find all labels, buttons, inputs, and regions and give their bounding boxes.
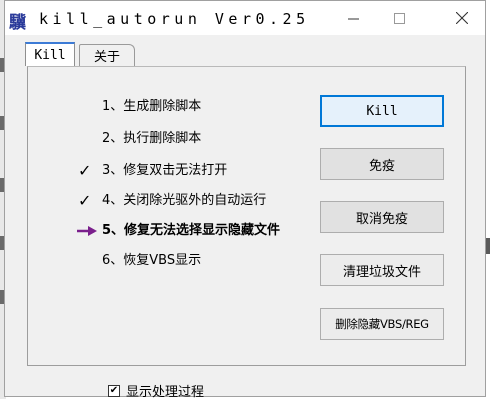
minimize-icon	[347, 18, 359, 19]
app-icon: 驥	[9, 13, 26, 33]
show-process-checkbox[interactable]: ✔ 显示处理过程	[108, 381, 204, 400]
show-process-label: 显示处理过程	[126, 385, 205, 400]
close-button[interactable]	[439, 1, 485, 35]
maximize-icon	[393, 12, 405, 24]
immunize-button[interactable]: 免疫	[320, 148, 444, 180]
background-window-edge-right	[486, 238, 490, 254]
step-3-check-icon: ✓	[78, 161, 92, 180]
clean-junk-button[interactable]: 清理垃圾文件	[320, 254, 444, 286]
step-3-label: 3、修复双击无法打开	[102, 163, 228, 178]
kill-button[interactable]: Kill	[320, 95, 444, 127]
app-window: 驥 kill_autorun Ver0.25 Kill 关于 1、生成删除脚本 …	[4, 0, 486, 400]
delete-hidden-label: 删除隐藏VBS/REG	[335, 317, 429, 331]
step-4-check-icon: ✓	[78, 191, 92, 210]
step-5-label: 5、修复无法选择显示隐藏文件	[102, 223, 281, 238]
delete-hidden-vbs-reg-button[interactable]: 删除隐藏VBS/REG	[320, 308, 444, 340]
tab-strip: Kill 关于	[15, 42, 475, 67]
current-step-arrow-icon	[77, 226, 97, 236]
step-6-label: 6、恢复VBS显示	[102, 253, 202, 268]
title-bar[interactable]: 驥 kill_autorun Ver0.25	[5, 1, 485, 35]
tab-about[interactable]: 关于	[79, 44, 135, 66]
window-title: kill_autorun Ver0.25	[39, 10, 310, 28]
step-1-label: 1、生成删除脚本	[102, 99, 202, 114]
minimize-button[interactable]	[330, 1, 376, 35]
cancel-immunize-button[interactable]: 取消免疫	[320, 201, 444, 233]
tab-kill[interactable]: Kill	[25, 42, 75, 66]
step-2-label: 2、执行删除脚本	[102, 131, 202, 146]
maximize-button[interactable]	[376, 1, 422, 35]
close-icon	[456, 12, 468, 24]
checkbox-check-icon[interactable]: ✔	[108, 384, 120, 397]
step-4-label: 4、关闭除光驱外的自动运行	[102, 193, 267, 208]
